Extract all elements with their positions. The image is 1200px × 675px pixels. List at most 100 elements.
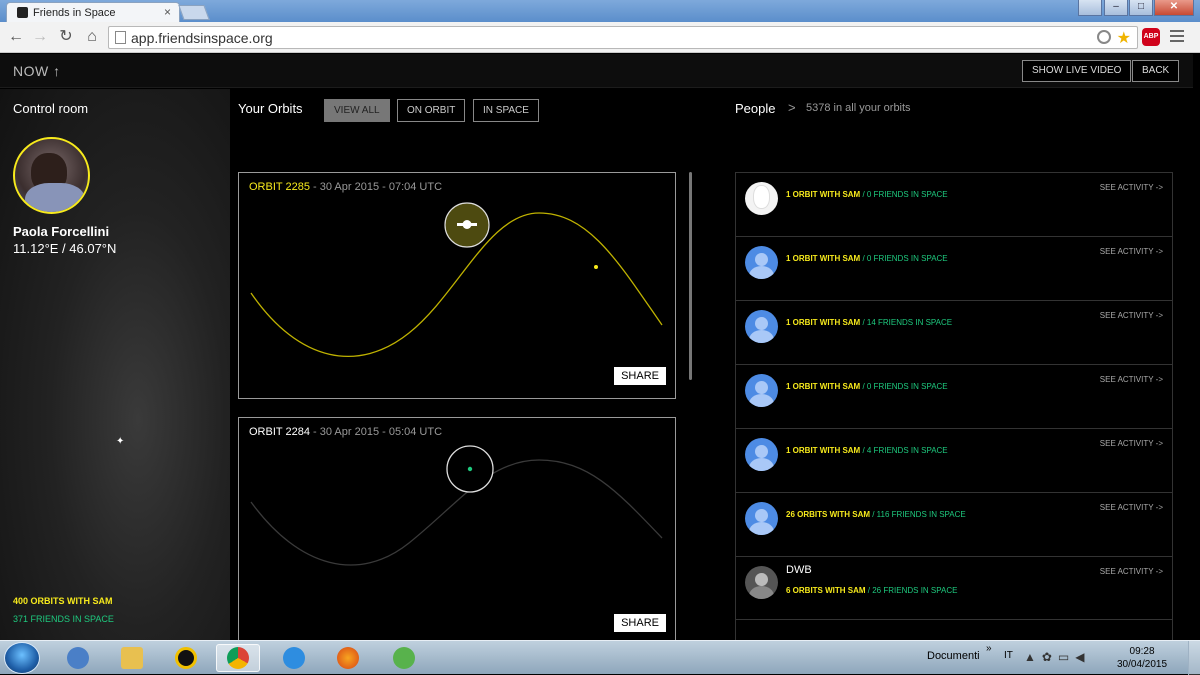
- person-orbits: 1 ORBIT WITH SAM: [786, 254, 861, 263]
- toolbar-expand-icon[interactable]: »: [986, 643, 992, 654]
- people-row[interactable]: DWB 6 ORBITS WITH SAM / 26 FRIENDS IN SP…: [736, 556, 1172, 620]
- browser-menu-icon[interactable]: [1170, 30, 1184, 45]
- url-text[interactable]: app.friendsinspace.org: [131, 30, 273, 46]
- control-room-title: Control room: [13, 101, 89, 116]
- filter-on-orbit[interactable]: ON ORBIT: [397, 99, 466, 122]
- back-button[interactable]: BACK: [1132, 60, 1180, 82]
- orbit-number: ORBIT 2284: [249, 426, 310, 438]
- start-button[interactable]: [4, 642, 40, 674]
- see-activity-link[interactable]: SEE ACTIVITY ->: [1100, 567, 1163, 576]
- person-orbits: 1 ORBIT WITH SAM: [786, 446, 861, 455]
- window-controls: – □ ✕: [1104, 0, 1194, 16]
- person-name[interactable]: DWB: [786, 564, 812, 576]
- browser-tabstrip: Friends in Space × – □ ✕: [0, 0, 1200, 22]
- person-stats: 1 ORBIT WITH SAM / 0 FRIENDS IN SPACE: [786, 382, 948, 391]
- person-friends: / 26 FRIENDS IN SPACE: [865, 586, 958, 595]
- user-avatar[interactable]: [13, 137, 90, 214]
- person-friends: / 0 FRIENDS IN SPACE: [860, 254, 948, 263]
- language-indicator[interactable]: IT: [1004, 650, 1013, 661]
- file-explorer-icon[interactable]: [110, 644, 154, 672]
- see-activity-link[interactable]: SEE ACTIVITY ->: [1100, 311, 1163, 320]
- people-row[interactable]: 1 ORBIT WITH SAM / 4 FRIENDS IN SPACE SE…: [736, 428, 1172, 492]
- people-row[interactable]: 1 ORBIT WITH SAM / 0 FRIENDS IN SPACE SE…: [736, 172, 1172, 236]
- person-stats: 1 ORBIT WITH SAM / 0 FRIENDS IN SPACE: [786, 190, 948, 199]
- user-name: Paola Forcellini: [13, 224, 110, 239]
- page-icon: [115, 31, 126, 44]
- filter-in-space[interactable]: IN SPACE: [473, 99, 539, 122]
- tools-app-icon[interactable]: [56, 644, 100, 672]
- user-profile-icon[interactable]: [1078, 0, 1102, 16]
- person-orbits: 1 ORBIT WITH SAM: [786, 382, 861, 391]
- orbit-card[interactable]: ORBIT 2284 - 30 Apr 2015 - 05:04 UTC SHA…: [238, 417, 676, 640]
- messenger-icon[interactable]: [382, 644, 426, 672]
- chrome-icon[interactable]: [216, 644, 260, 672]
- people-row[interactable]: 1 ORBIT WITH SAM / 0 FRIENDS IN SPACE SE…: [736, 364, 1172, 428]
- tab-close-icon[interactable]: ×: [164, 5, 171, 19]
- back-arrow-icon[interactable]: ←: [6, 27, 26, 47]
- orbit-date: - 30 Apr 2015 - 05:04 UTC: [309, 426, 443, 438]
- person-orbits: 1 ORBIT WITH SAM: [786, 318, 861, 327]
- person-friends: / 0 FRIENDS IN SPACE: [860, 382, 948, 391]
- clock-time: 09:28: [1129, 646, 1155, 657]
- person-avatar: [745, 246, 778, 279]
- home-icon[interactable]: ⌂: [82, 27, 102, 47]
- minimize-button[interactable]: –: [1104, 0, 1128, 16]
- user-coordinates: 11.12°E / 46.07°N: [13, 241, 117, 256]
- browser-toolbar: ← → ↻ ⌂ app.friendsinspace.org ★ ABP: [0, 22, 1200, 53]
- filter-view-all[interactable]: VIEW ALL: [324, 99, 390, 122]
- reload-icon[interactable]: ↻: [56, 27, 76, 47]
- orbit-path-graphic: [250, 445, 663, 566]
- media-app-icon[interactable]: [164, 644, 208, 672]
- person-stats: 1 ORBIT WITH SAM / 0 FRIENDS IN SPACE: [786, 254, 948, 263]
- share-button[interactable]: SHARE: [614, 367, 666, 385]
- new-tab-button[interactable]: [178, 5, 210, 20]
- address-bar[interactable]: app.friendsinspace.org ★: [108, 26, 1138, 49]
- person-avatar: [745, 502, 778, 535]
- app-root: NOW ↑ SHOW LIVE VIDEO BACK Control room …: [0, 54, 1193, 640]
- people-row[interactable]: 26 ORBITS WITH SAM / 116 FRIENDS IN SPAC…: [736, 492, 1172, 556]
- documents-toolbar[interactable]: Documenti: [927, 650, 980, 662]
- maximize-button[interactable]: □: [1129, 0, 1153, 16]
- orbits-stat: 400 ORBITS WITH SAM: [13, 596, 113, 606]
- system-clock[interactable]: 09:28 30/04/2015: [1117, 645, 1167, 671]
- show-desktop-button[interactable]: [1188, 641, 1200, 675]
- see-activity-link[interactable]: SEE ACTIVITY ->: [1100, 439, 1163, 448]
- location-icon[interactable]: [1097, 30, 1111, 44]
- person-avatar: [745, 438, 778, 471]
- internet-explorer-icon[interactable]: [272, 644, 316, 672]
- now-label[interactable]: NOW ↑: [13, 63, 61, 79]
- people-row[interactable]: 1 ORBIT WITH SAM / 14 FRIENDS IN SPACE S…: [736, 300, 1172, 364]
- orbits-scrollbar[interactable]: [689, 172, 692, 380]
- person-stats: 26 ORBITS WITH SAM / 116 FRIENDS IN SPAC…: [786, 510, 966, 519]
- see-activity-link[interactable]: SEE ACTIVITY ->: [1100, 247, 1163, 256]
- chevron-right-icon[interactable]: >: [788, 100, 796, 115]
- location-marker-icon: ✦: [116, 436, 125, 447]
- see-activity-link[interactable]: SEE ACTIVITY ->: [1100, 183, 1163, 192]
- person-friends: / 4 FRIENDS IN SPACE: [860, 446, 948, 455]
- people-row[interactable]: 1 ORBIT WITH SAM / 0 FRIENDS IN SPACE SE…: [736, 236, 1172, 300]
- orbit-card[interactable]: ORBIT 2285 - 30 Apr 2015 - 07:04 UTC SHA…: [238, 172, 676, 399]
- person-orbits: 6 ORBITS WITH SAM: [786, 586, 866, 595]
- see-activity-link[interactable]: SEE ACTIVITY ->: [1100, 503, 1163, 512]
- person-avatar: [745, 374, 778, 407]
- see-activity-link[interactable]: SEE ACTIVITY ->: [1100, 375, 1163, 384]
- person-orbits: 1 ORBIT WITH SAM: [786, 190, 861, 199]
- close-window-button[interactable]: ✕: [1154, 0, 1194, 16]
- control-room-panel: Control room Paola Forcellini 11.12°E / …: [0, 89, 230, 640]
- system-tray-icons[interactable]: ▲✿▭◀: [1024, 650, 1091, 664]
- app-header: NOW ↑ SHOW LIVE VIDEO BACK: [0, 54, 1193, 88]
- orbits-title: Your Orbits: [238, 101, 303, 116]
- person-avatar: [745, 182, 778, 215]
- browser-tab[interactable]: Friends in Space ×: [6, 2, 180, 22]
- avatar-body: [25, 183, 85, 212]
- share-button[interactable]: SHARE: [614, 614, 666, 632]
- show-live-video-button[interactable]: SHOW LIVE VIDEO: [1022, 60, 1132, 82]
- people-count: 5378 in all your orbits: [806, 102, 911, 114]
- firefox-icon[interactable]: [326, 644, 370, 672]
- bookmark-star-icon[interactable]: ★: [1117, 28, 1131, 48]
- forward-arrow-icon[interactable]: →: [30, 27, 50, 47]
- adblock-icon[interactable]: ABP: [1142, 28, 1160, 46]
- tab-title: Friends in Space: [33, 7, 116, 19]
- person-friends: / 14 FRIENDS IN SPACE: [860, 318, 953, 327]
- orbit-number: ORBIT 2285: [249, 181, 310, 193]
